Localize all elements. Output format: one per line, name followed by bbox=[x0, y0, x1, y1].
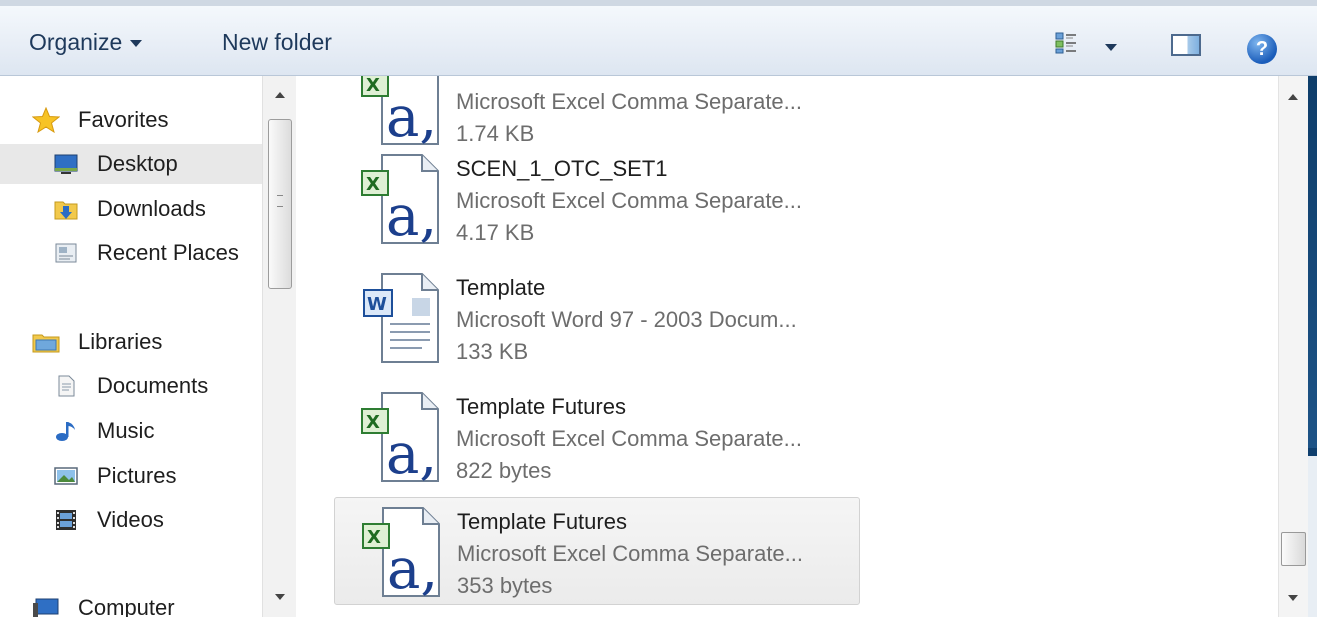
recent-places-icon bbox=[55, 243, 77, 263]
file-size: 1.74 KB bbox=[456, 121, 535, 146]
nav-item-recent-places[interactable]: Recent Places bbox=[0, 233, 262, 273]
nav-item-desktop[interactable]: Desktop bbox=[0, 144, 262, 184]
svg-text:a,: a, bbox=[387, 537, 438, 598]
excel-csv-icon: a, X bbox=[361, 154, 439, 245]
file-size: 133 KB bbox=[456, 339, 529, 364]
music-note-icon bbox=[56, 422, 75, 441]
file-name: SCEN_1_OTC_SET1 bbox=[456, 156, 668, 181]
downloads-folder-icon bbox=[54, 201, 78, 220]
nav-computer-label: Computer bbox=[78, 595, 175, 617]
videos-film-icon bbox=[56, 510, 76, 530]
file-name: Template Futures bbox=[456, 394, 626, 419]
svg-text:X: X bbox=[366, 174, 380, 195]
nav-item-label: Videos bbox=[97, 507, 164, 532]
scroll-down-arrow-icon[interactable] bbox=[1288, 595, 1298, 601]
svg-text:X: X bbox=[366, 412, 380, 433]
chevron-down-icon bbox=[130, 40, 143, 48]
nav-item-label: Downloads bbox=[97, 196, 206, 221]
svg-text:a,: a, bbox=[386, 85, 437, 146]
nav-item-videos[interactable]: Videos bbox=[0, 500, 262, 540]
new-folder-button[interactable]: New folder bbox=[222, 29, 332, 56]
views-dropdown-icon[interactable] bbox=[1105, 44, 1117, 51]
file-size: 822 bytes bbox=[456, 458, 552, 483]
nav-item-label: Recent Places bbox=[97, 240, 239, 265]
file-type: Microsoft Excel Comma Separate... bbox=[457, 541, 804, 566]
star-icon bbox=[32, 107, 60, 133]
file-name: Template Futures bbox=[457, 509, 627, 534]
file-item[interactable]: a, X Template Futures Microsoft Excel Co… bbox=[334, 383, 860, 491]
file-size: 4.17 KB bbox=[456, 220, 535, 245]
file-item[interactable]: a, X SCEN_1_OTC_SET1 Microsoft Excel Com… bbox=[334, 145, 860, 253]
nav-item-documents[interactable]: Documents bbox=[0, 366, 262, 406]
svg-text:a,: a, bbox=[386, 184, 437, 245]
excel-csv-icon: a, X bbox=[361, 76, 439, 146]
file-list-scrollbar-thumb[interactable] bbox=[1281, 532, 1306, 566]
file-item[interactable]: a, X Microsoft Excel Comma Separate... 1… bbox=[334, 76, 860, 154]
nav-scrollbar[interactable] bbox=[262, 76, 296, 617]
libraries-folder-icon bbox=[32, 334, 60, 353]
navigation-pane: Favorites Desktop Downloads Recent Place… bbox=[0, 76, 262, 617]
scroll-up-arrow-icon[interactable] bbox=[275, 92, 285, 98]
grip-icon bbox=[277, 195, 283, 207]
nav-scrollbar-thumb[interactable] bbox=[268, 119, 292, 289]
nav-libraries-label: Libraries bbox=[78, 329, 163, 354]
documents-icon bbox=[58, 375, 75, 397]
file-type: Microsoft Excel Comma Separate... bbox=[456, 89, 803, 114]
desktop-icon bbox=[54, 154, 78, 174]
word-doc-icon: W bbox=[363, 273, 439, 363]
excel-csv-icon: a, X bbox=[362, 507, 440, 598]
svg-text:X: X bbox=[367, 527, 381, 548]
nav-libraries[interactable]: Libraries bbox=[0, 322, 262, 362]
nav-item-label: Pictures bbox=[97, 463, 177, 488]
background-window-dark bbox=[1308, 76, 1317, 448]
computer-icon bbox=[33, 598, 59, 617]
pictures-icon bbox=[54, 467, 78, 485]
file-type: Microsoft Word 97 - 2003 Docum... bbox=[456, 307, 797, 332]
excel-csv-icon: a, X bbox=[361, 392, 439, 483]
file-list-scrollbar[interactable] bbox=[1278, 76, 1308, 617]
command-bar: Organize New folder ? bbox=[0, 0, 1317, 76]
scroll-down-arrow-icon[interactable] bbox=[275, 594, 285, 600]
nav-item-label: Desktop bbox=[97, 151, 178, 176]
file-type: Microsoft Excel Comma Separate... bbox=[456, 426, 803, 451]
nav-item-music[interactable]: Music bbox=[0, 411, 262, 451]
file-item[interactable]: W Template Microsoft Word 97 - 2003 Docu… bbox=[334, 264, 860, 372]
nav-favorites[interactable]: Favorites bbox=[0, 100, 262, 140]
svg-text:X: X bbox=[366, 76, 380, 96]
file-size: 353 bytes bbox=[457, 573, 553, 598]
background-window-light bbox=[1308, 456, 1317, 617]
nav-favorites-label: Favorites bbox=[78, 107, 169, 132]
organize-label: Organize bbox=[29, 29, 123, 55]
scroll-up-arrow-icon[interactable] bbox=[1288, 94, 1298, 100]
organize-button[interactable]: Organize bbox=[29, 29, 143, 56]
nav-item-label: Music bbox=[97, 418, 155, 443]
file-type: Microsoft Excel Comma Separate... bbox=[456, 188, 803, 213]
nav-item-downloads[interactable]: Downloads bbox=[0, 189, 262, 229]
svg-text:W: W bbox=[367, 294, 387, 315]
file-name: Template bbox=[456, 275, 546, 300]
background-window-edge bbox=[1308, 76, 1317, 617]
file-list: a, X Microsoft Excel Comma Separate... 1… bbox=[296, 76, 1278, 617]
nav-item-label: Documents bbox=[97, 373, 209, 398]
svg-text:a,: a, bbox=[386, 422, 437, 483]
views-list-icon[interactable] bbox=[1055, 32, 1077, 54]
preview-pane-icon[interactable] bbox=[1171, 34, 1201, 56]
nav-computer[interactable]: Computer bbox=[0, 588, 262, 617]
nav-item-pictures[interactable]: Pictures bbox=[0, 456, 262, 496]
help-icon[interactable]: ? bbox=[1247, 34, 1277, 64]
file-item-selected[interactable]: a, X Template Futures Microsoft Excel Co… bbox=[334, 497, 860, 605]
